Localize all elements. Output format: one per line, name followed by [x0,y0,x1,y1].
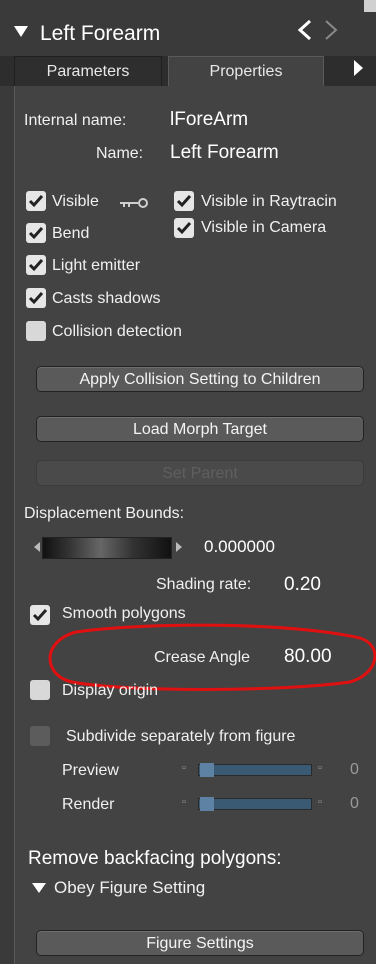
preview-value[interactable]: 0 [350,761,359,779]
panel-header: Left Forearm [0,0,376,52]
panel-title: Left Forearm [40,22,161,45]
light-emitter-checkbox[interactable] [26,255,46,275]
slider-right-arrow-icon[interactable] [176,542,182,552]
displacement-bounds-label: Displacement Bounds: [24,505,185,522]
tab-scroll-right-icon[interactable] [354,60,363,76]
name-field[interactable]: Left Forearm [170,142,279,164]
render-slider-min-icon: ▫ [182,796,186,808]
casts-shadows-checkbox[interactable] [26,288,46,308]
visible-raytracing-checkbox[interactable] [174,191,194,211]
bend-label: Bend [52,225,90,242]
preview-slider-max-icon: ▫ [318,762,322,774]
visible-raytracing-label: Visible in Raytracin [201,193,337,210]
tab-parameters[interactable]: Parameters [14,56,162,86]
shading-rate-label: Shading rate: [156,576,252,593]
name-label: Name: [96,145,144,162]
internal-name-label: Internal name: [24,112,127,129]
apply-collision-button[interactable]: Apply Collision Setting to Children [36,366,364,392]
display-origin-label: Display origin [62,682,159,699]
subdivide-separately-label: Subdivide separately from figure [66,728,296,745]
dropdown-triangle-icon[interactable] [32,883,46,893]
collision-detection-label: Collision detection [52,323,182,340]
internal-name-value: lForeArm [170,109,249,130]
displacement-dial[interactable] [42,537,172,559]
backfacing-dropdown[interactable]: Obey Figure Setting [54,878,205,898]
preview-label: Preview [62,762,119,779]
preview-slider[interactable] [198,764,312,776]
chevron-left-icon[interactable] [296,18,314,47]
render-slider[interactable] [198,798,312,810]
collision-detection-checkbox[interactable] [26,321,46,341]
visible-checkbox[interactable] [26,191,46,211]
load-morph-target-button[interactable]: Load Morph Target [36,416,364,442]
casts-shadows-label: Casts shadows [52,290,161,307]
render-label: Render [62,796,115,813]
properties-panel [14,86,376,964]
shading-rate-value[interactable]: 0.20 [284,574,321,596]
visible-camera-checkbox[interactable] [174,218,194,238]
key-icon [118,196,152,214]
bend-checkbox[interactable] [26,223,46,243]
slider-left-arrow-icon[interactable] [34,542,40,552]
window-corner-icon[interactable] [364,0,376,12]
subdivide-separately-checkbox[interactable] [30,726,50,746]
backfacing-label: Remove backfacing polygons: [28,848,282,869]
visible-label: Visible [52,193,99,210]
render-value[interactable]: 0 [350,795,359,813]
preview-slider-min-icon: ▫ [182,762,186,774]
display-origin-checkbox[interactable] [30,680,50,700]
figure-settings-button[interactable]: Figure Settings [36,930,364,956]
tab-properties[interactable]: Properties [168,56,324,86]
render-slider-max-icon: ▫ [318,796,322,808]
light-emitter-label: Light emitter [52,257,141,274]
visible-camera-label: Visible in Camera [201,219,327,236]
chevron-right-icon[interactable] [322,18,340,47]
render-slider-thumb[interactable] [200,797,214,811]
preview-slider-thumb[interactable] [200,763,214,777]
displacement-value[interactable]: 0.000000 [204,537,275,557]
set-parent-button: Set Parent [36,460,364,486]
collapse-triangle-icon[interactable] [14,26,28,37]
